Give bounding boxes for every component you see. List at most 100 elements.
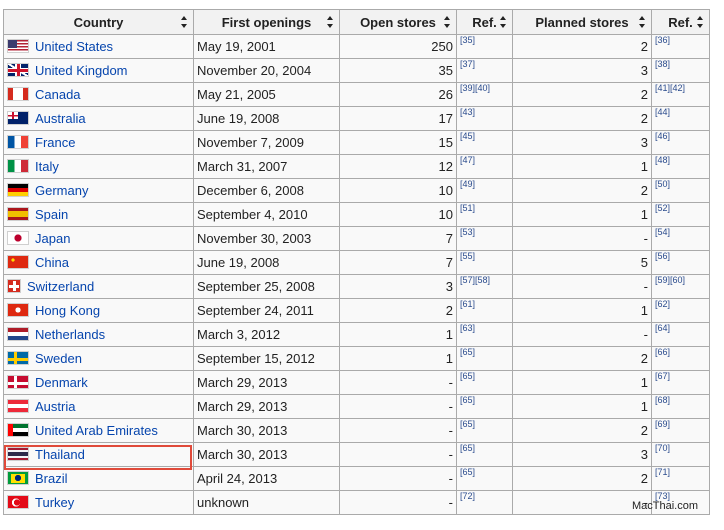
- first-opening-cell: June 19, 2008: [193, 250, 340, 275]
- ref-link[interactable]: [65]: [456, 394, 513, 419]
- ref-link[interactable]: [72]: [456, 490, 513, 515]
- ref-link[interactable]: [65]: [456, 466, 513, 491]
- header-ref[interactable]: Ref.: [651, 9, 710, 35]
- country-link[interactable]: France: [35, 135, 75, 150]
- sort-icon[interactable]: [444, 16, 451, 28]
- ref-link[interactable]: [62]: [651, 298, 710, 323]
- germany-flag: [7, 183, 29, 197]
- austria-flag: [7, 399, 29, 413]
- country-link[interactable]: Denmark: [35, 375, 88, 390]
- ref-link[interactable]: [51]: [456, 202, 513, 227]
- ref-link[interactable]: [43]: [456, 106, 513, 131]
- country-link[interactable]: United States: [35, 39, 113, 54]
- header-country[interactable]: Country: [3, 9, 194, 35]
- ref-link[interactable]: [41][42]: [651, 82, 710, 107]
- sort-icon[interactable]: [639, 16, 646, 28]
- table-row: Thailand March 30, 2013- [65] 3 [70]: [3, 442, 710, 467]
- table-row: Netherlands March 3, 2012 1 [63] - [64]: [3, 322, 710, 347]
- ref-link[interactable]: [56]: [651, 250, 710, 275]
- first-opening-cell: March 29, 2013: [193, 394, 340, 419]
- header-open-stores[interactable]: Open stores: [339, 9, 457, 35]
- first-opening-cell: November 7, 2009: [193, 130, 340, 155]
- planned-stores-cell: 2: [512, 106, 652, 131]
- country-link[interactable]: Italy: [35, 159, 59, 174]
- country-link[interactable]: Canada: [35, 87, 81, 102]
- country-link[interactable]: Switzerland: [27, 279, 94, 294]
- ref-link[interactable]: [65]: [456, 442, 513, 467]
- country-link[interactable]: Hong Kong: [35, 303, 100, 318]
- planned-stores-cell: -: [512, 322, 652, 347]
- ref-link[interactable]: [57][58]: [456, 274, 513, 299]
- ref-link[interactable]: [35]: [456, 34, 513, 59]
- first-opening-cell: September 4, 2010: [193, 202, 340, 227]
- header-ref[interactable]: Ref.: [456, 9, 513, 35]
- table-row: Australia June 19, 2008 17 [43] 2 [44]: [3, 106, 710, 131]
- open-stores-cell: -: [339, 370, 457, 395]
- country-link[interactable]: Japan: [35, 231, 70, 246]
- country-cell: Thailand: [3, 442, 194, 467]
- country-link[interactable]: Sweden: [35, 351, 82, 366]
- ref-link[interactable]: [68]: [651, 394, 710, 419]
- uk-flag: [7, 63, 29, 77]
- ref-link[interactable]: [36]: [651, 34, 710, 59]
- ref-link[interactable]: [46]: [651, 130, 710, 155]
- sweden-flag: [7, 351, 29, 365]
- ref-link[interactable]: [69]: [651, 418, 710, 443]
- open-stores-cell: 10: [339, 202, 457, 227]
- country-link[interactable]: United Arab Emirates: [35, 423, 158, 438]
- first-opening-cell: April 24, 2013: [193, 466, 340, 491]
- country-link[interactable]: Turkey: [35, 495, 74, 510]
- country-cell: United Kingdom: [3, 58, 194, 83]
- ref-link[interactable]: [63]: [456, 322, 513, 347]
- ref-link[interactable]: [61]: [456, 298, 513, 323]
- ref-link[interactable]: [45]: [456, 130, 513, 155]
- sort-icon[interactable]: [327, 16, 334, 28]
- ref-link[interactable]: [53]: [456, 226, 513, 251]
- ref-link[interactable]: [38]: [651, 58, 710, 83]
- turkey-flag: [7, 495, 29, 509]
- table-row: Germany December 6, 2008 10 [49] 2 [50]: [3, 178, 710, 203]
- ref-link[interactable]: [59][60]: [651, 274, 710, 299]
- first-opening-cell: May 21, 2005: [193, 82, 340, 107]
- ref-link[interactable]: [65]: [456, 370, 513, 395]
- sort-icon[interactable]: [500, 16, 507, 28]
- ref-link[interactable]: [52]: [651, 202, 710, 227]
- ref-link[interactable]: [54]: [651, 226, 710, 251]
- brazil-flag: [7, 471, 29, 485]
- uae-flag: [7, 423, 29, 437]
- ref-link[interactable]: [50]: [651, 178, 710, 203]
- header-planned-stores[interactable]: Planned stores: [512, 9, 652, 35]
- ref-link[interactable]: [70]: [651, 442, 710, 467]
- header-first-openings[interactable]: First openings: [193, 9, 340, 35]
- table-row: Denmark March 29, 2013- [65] 1 [67]: [3, 370, 710, 395]
- planned-stores-cell: 1: [512, 298, 652, 323]
- ref-link[interactable]: [44]: [651, 106, 710, 131]
- country-link[interactable]: Spain: [35, 207, 68, 222]
- ref-link[interactable]: [47]: [456, 154, 513, 179]
- country-link[interactable]: Austria: [35, 399, 75, 414]
- sort-icon[interactable]: [697, 16, 704, 28]
- first-opening-cell: November 30, 2003: [193, 226, 340, 251]
- open-stores-cell: -: [339, 394, 457, 419]
- table-row: Spain September 4, 2010 10 [51] 1 [52]: [3, 202, 710, 227]
- ref-link[interactable]: [64]: [651, 322, 710, 347]
- country-link[interactable]: United Kingdom: [35, 63, 128, 78]
- country-link[interactable]: Australia: [35, 111, 86, 126]
- ref-link[interactable]: [71]: [651, 466, 710, 491]
- ref-link[interactable]: [49]: [456, 178, 513, 203]
- ref-link[interactable]: [39][40]: [456, 82, 513, 107]
- country-link[interactable]: Brazil: [35, 471, 68, 486]
- ref-link[interactable]: [67]: [651, 370, 710, 395]
- ref-link[interactable]: [37]: [456, 58, 513, 83]
- sort-icon[interactable]: [181, 16, 188, 28]
- country-link[interactable]: China: [35, 255, 69, 270]
- ref-link[interactable]: [66]: [651, 346, 710, 371]
- country-link[interactable]: Netherlands: [35, 327, 105, 342]
- table-row: Switzerland September 25, 2008 3 [57][58] -[…: [3, 274, 710, 299]
- ref-link[interactable]: [65]: [456, 418, 513, 443]
- ref-link[interactable]: [55]: [456, 250, 513, 275]
- country-link[interactable]: Germany: [35, 183, 88, 198]
- country-link[interactable]: Thailand: [35, 447, 85, 462]
- ref-link[interactable]: [65]: [456, 346, 513, 371]
- ref-link[interactable]: [48]: [651, 154, 710, 179]
